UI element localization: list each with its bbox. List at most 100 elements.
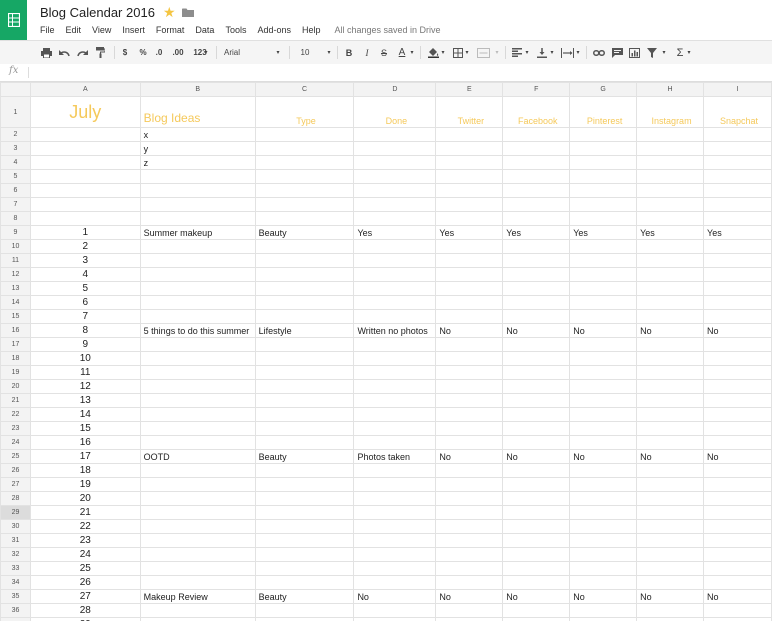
chevron-down-icon[interactable]: ▾ xyxy=(409,41,415,64)
row-header[interactable]: 34 xyxy=(0,575,31,590)
menu-edit[interactable]: Edit xyxy=(66,24,82,38)
cell-i[interactable] xyxy=(703,183,772,198)
cell-c[interactable] xyxy=(254,365,355,380)
undo-icon[interactable] xyxy=(56,41,72,64)
menu-file[interactable]: File xyxy=(40,24,55,38)
cell-a[interactable]: 15 xyxy=(29,421,141,436)
menu-view[interactable]: View xyxy=(92,24,111,38)
vertical-align-icon[interactable] xyxy=(535,41,549,64)
cell-e[interactable] xyxy=(435,365,504,380)
cell-g[interactable] xyxy=(569,351,638,366)
cell-e[interactable]: No xyxy=(435,589,504,604)
cell-c[interactable] xyxy=(254,351,355,366)
cell-h[interactable] xyxy=(636,309,705,324)
cell-b[interactable]: Makeup Review xyxy=(139,589,256,604)
cell-b[interactable] xyxy=(139,575,256,590)
cell-b[interactable] xyxy=(139,477,256,492)
link-icon[interactable] xyxy=(591,41,607,64)
cell-f[interactable] xyxy=(502,141,571,156)
cell-f[interactable] xyxy=(502,127,571,142)
cell-a[interactable]: 21 xyxy=(29,505,141,520)
cell-i[interactable]: No xyxy=(703,589,772,604)
cell-g[interactable] xyxy=(569,491,638,506)
cell-b[interactable] xyxy=(139,253,256,268)
chevron-down-icon[interactable]: ▾ xyxy=(203,41,209,64)
cell-e[interactable] xyxy=(435,141,504,156)
cell-h[interactable] xyxy=(636,211,705,226)
cell-e[interactable] xyxy=(435,211,504,226)
cell-f[interactable]: Yes xyxy=(502,225,571,240)
row-header[interactable]: 4 xyxy=(0,155,31,170)
cell-b[interactable] xyxy=(139,407,256,422)
cell-b[interactable]: 5 things to do this summer xyxy=(139,323,256,338)
cell-d[interactable]: Yes xyxy=(353,225,437,240)
cell-b[interactable] xyxy=(139,617,256,621)
cell-i[interactable] xyxy=(703,351,772,366)
paint-format-icon[interactable] xyxy=(92,41,108,64)
comment-icon[interactable] xyxy=(610,41,624,64)
cell-i[interactable] xyxy=(703,617,772,621)
cell-c[interactable] xyxy=(254,463,355,478)
cell-i[interactable] xyxy=(703,379,772,394)
cell-a[interactable]: 17 xyxy=(29,449,141,464)
cell-i[interactable] xyxy=(703,393,772,408)
cell-e[interactable] xyxy=(435,491,504,506)
cell-c[interactable] xyxy=(254,267,355,282)
column-header-a[interactable]: A xyxy=(29,82,141,97)
row-header[interactable]: 2 xyxy=(0,127,31,142)
cell-f[interactable] xyxy=(502,393,571,408)
cell-a[interactable]: 20 xyxy=(29,491,141,506)
row-header[interactable]: 11 xyxy=(0,253,31,268)
cell-b[interactable] xyxy=(139,435,256,450)
row-header[interactable]: 19 xyxy=(0,365,31,380)
redo-icon[interactable] xyxy=(74,41,90,64)
cell-c[interactable] xyxy=(254,295,355,310)
chevron-down-icon[interactable]: ▾ xyxy=(440,41,446,64)
cell-i[interactable]: Yes xyxy=(703,225,772,240)
cell-c[interactable] xyxy=(254,337,355,352)
cell-d[interactable] xyxy=(353,169,437,184)
borders-icon[interactable] xyxy=(451,41,465,64)
cell-e[interactable] xyxy=(435,603,504,618)
column-header-i[interactable]: I xyxy=(703,82,772,97)
cell-f[interactable] xyxy=(502,617,571,621)
cell-b[interactable] xyxy=(139,239,256,254)
cell-i[interactable] xyxy=(703,141,772,156)
cell-b[interactable]: OOTD xyxy=(139,449,256,464)
cell-g[interactable] xyxy=(569,127,638,142)
cell-i[interactable] xyxy=(703,169,772,184)
cell-g[interactable] xyxy=(569,547,638,562)
menu-tools[interactable]: Tools xyxy=(225,24,246,38)
cell-d[interactable] xyxy=(353,309,437,324)
cell-g[interactable] xyxy=(569,309,638,324)
cell-f[interactable] xyxy=(502,239,571,254)
cell-i[interactable] xyxy=(703,155,772,170)
row-header[interactable]: 36 xyxy=(0,603,31,618)
cell-d[interactable] xyxy=(353,281,437,296)
cell-e[interactable] xyxy=(435,169,504,184)
column-header-d[interactable]: D xyxy=(353,82,437,97)
cell-c[interactable] xyxy=(254,309,355,324)
cell-b[interactable] xyxy=(139,603,256,618)
row-header[interactable]: 14 xyxy=(0,295,31,310)
cell-f[interactable] xyxy=(502,561,571,576)
cell-b[interactable] xyxy=(139,533,256,548)
cell-c[interactable] xyxy=(254,519,355,534)
cell-f[interactable] xyxy=(502,533,571,548)
cell-i[interactable] xyxy=(703,477,772,492)
cell-i[interactable] xyxy=(703,295,772,310)
cell-c[interactable] xyxy=(254,169,355,184)
cell-g[interactable] xyxy=(569,253,638,268)
cell-a[interactable]: 14 xyxy=(29,407,141,422)
cell-a[interactable]: 12 xyxy=(29,379,141,394)
cell-a[interactable]: 18 xyxy=(29,463,141,478)
row-header[interactable]: 28 xyxy=(0,491,31,506)
cell-b[interactable]: x xyxy=(139,127,256,142)
sheets-logo[interactable] xyxy=(0,0,27,40)
cell-f[interactable] xyxy=(502,491,571,506)
cell-c[interactable] xyxy=(254,155,355,170)
cell-h[interactable] xyxy=(636,365,705,380)
cell-f[interactable]: No xyxy=(502,323,571,338)
row-header[interactable]: 10 xyxy=(0,239,31,254)
row-header[interactable]: 27 xyxy=(0,477,31,492)
